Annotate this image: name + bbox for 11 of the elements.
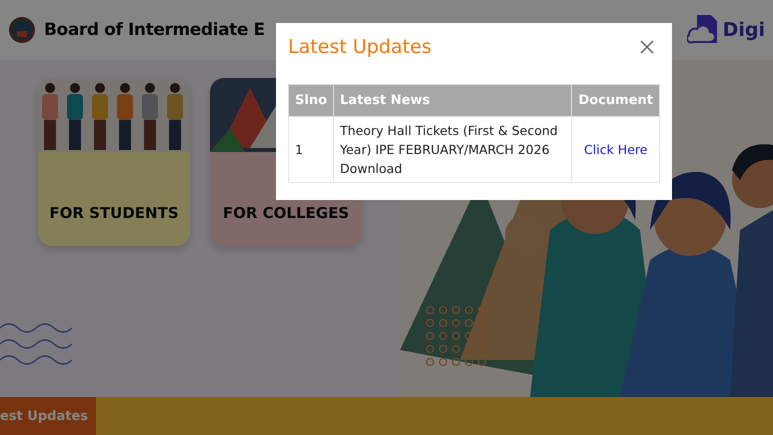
site-title: Board of Intermediate E [44,20,265,40]
dialog-title: Latest Updates [288,36,432,58]
column-header: Latest News [334,84,572,116]
card-label: FOR STUDENTS [48,204,180,222]
column-header: Document [572,84,660,116]
column-header: Slno [288,84,334,116]
partner-logo-text: Digi [722,19,765,41]
ticker-label: est Updates [0,397,96,435]
table-cell: 1 [288,116,334,182]
table-cell: Theory Hall Tickets (First & Second Year) IPE FEBRUARY/MARCH 2026 Download [334,116,572,182]
card-label: FOR COLLEGES [222,204,350,222]
